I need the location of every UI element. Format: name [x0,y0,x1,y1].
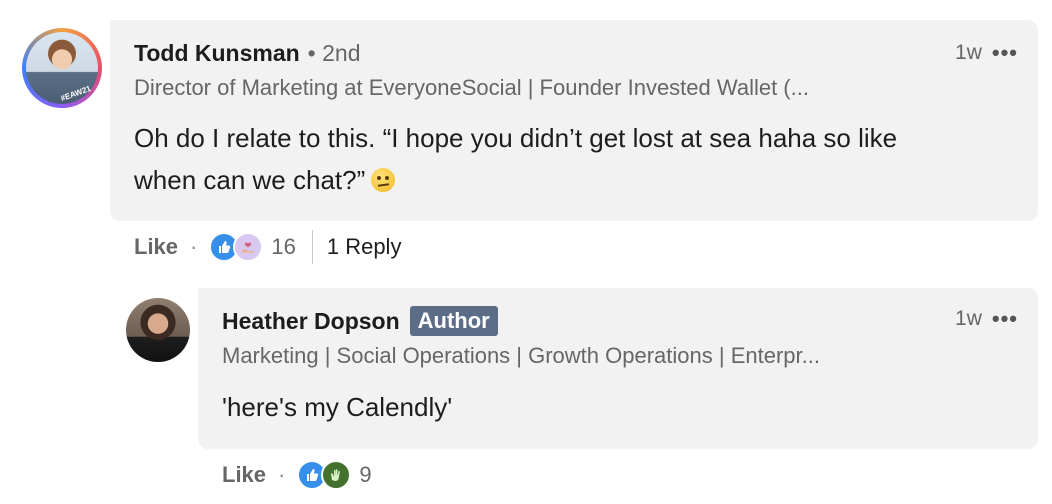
more-options-icon[interactable]: ••• [992,306,1018,332]
separator: · [278,462,286,487]
celebrate-reaction-icon[interactable] [321,460,352,490]
comment-text: Oh do I relate to this. “I hope you didn… [134,117,897,201]
comment-author-row: Todd Kunsman • 2nd [134,40,361,67]
comment-thread: #EAW21 Todd Kunsman • 2nd 1w ••• Directo… [0,0,1052,504]
like-button[interactable]: Like [134,234,178,260]
author-badge: Author [409,306,498,336]
reply-actions: Like · 9 [222,458,372,492]
more-options-icon[interactable]: ••• [992,40,1018,66]
reaction-count[interactable]: 16 [271,234,295,260]
connection-degree: • 2nd [307,40,361,66]
comment-text-line-2: when can we chat?” [134,165,366,195]
reply-timestamp: 1w [955,307,982,330]
support-reaction-icon[interactable] [233,232,264,262]
reply-author-avatar[interactable] [126,298,190,362]
comment-meta: 1w ••• [955,40,1018,66]
comment-author-name[interactable]: Todd Kunsman [134,40,300,67]
replies-button[interactable]: 1 Reply [327,234,402,260]
comment-bubble: Todd Kunsman • 2nd 1w ••• Director of Ma… [110,20,1038,221]
comment-text-line-1: Oh do I relate to this. “I hope you didn… [134,123,898,153]
reply-author-headline: Marketing | Social Operations | Growth O… [222,343,820,368]
comment-timestamp: 1w [955,41,982,64]
reply-author-name[interactable]: Heather Dopson [222,308,400,335]
reply-text: 'here's my Calendly' [222,392,453,422]
reaction-count[interactable]: 9 [359,462,371,488]
reply-bubble: Heather Dopson Author 1w ••• Marketing |… [198,288,1038,449]
comment-author-headline: Director of Marketing at EveryoneSocial … [134,75,809,100]
reply-author-row: Heather Dopson Author [222,306,498,336]
divider [311,230,313,264]
thumbs-up-icon [307,469,319,481]
comment-actions: Like · 16 1 Reply [134,230,401,264]
thumbs-up-icon [219,241,231,253]
raised-eyebrow-emoji-icon [371,168,396,192]
separator: · [190,234,198,259]
commenter-avatar[interactable]: #EAW21 [22,28,102,108]
heart-hand-icon [242,242,255,253]
like-button[interactable]: Like [222,462,266,488]
reply-meta: 1w ••• [955,306,1018,332]
clapping-hands-icon [331,469,341,481]
